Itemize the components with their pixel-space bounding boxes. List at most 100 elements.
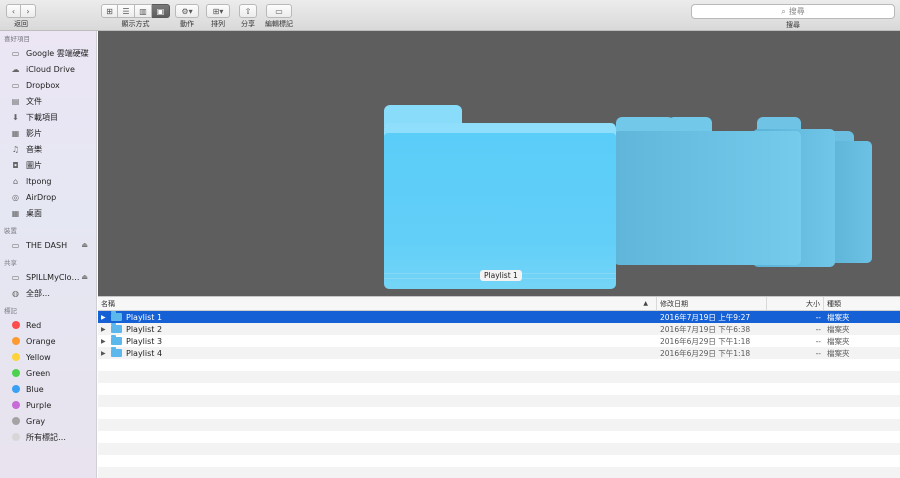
- sidebar-item-tag[interactable]: Orange: [0, 333, 96, 349]
- disclosure-triangle-icon[interactable]: ▶: [101, 350, 111, 357]
- disclosure-triangle-icon[interactable]: ▶: [101, 314, 111, 321]
- icon-view-button[interactable]: ⊞: [101, 4, 118, 18]
- coverflow-preview[interactable]: Playlist 1: [98, 31, 900, 296]
- sidebar-item-label: THE DASH: [26, 240, 68, 250]
- edit-tags-button[interactable]: ▭: [266, 4, 292, 18]
- columns-icon: ▥: [139, 6, 147, 16]
- share-label: 分享: [241, 20, 255, 28]
- list-header: 名稱 ▲ 修改日期 大小 種類: [98, 296, 900, 311]
- sidebar-item-spillmycloud[interactable]: ▭ SPILLMyClo… ⏏: [0, 269, 96, 285]
- sidebar-item-tag[interactable]: Purple: [0, 397, 96, 413]
- column-header-name[interactable]: 名稱 ▲: [98, 297, 657, 310]
- airdrop-icon: ◎: [12, 192, 19, 202]
- folder-preview-1[interactable]: [384, 105, 616, 289]
- coverflow-view-button[interactable]: ▣: [152, 4, 170, 18]
- disclosure-triangle-icon[interactable]: ▶: [101, 326, 111, 333]
- sidebar-item-label: ltpong: [26, 176, 52, 186]
- back-button[interactable]: ‹: [6, 4, 21, 18]
- sidebar-item-tag[interactable]: Green: [0, 365, 96, 381]
- forward-button[interactable]: ›: [21, 4, 36, 18]
- cell-size: --: [815, 348, 821, 358]
- column-header-date[interactable]: 修改日期: [657, 297, 767, 310]
- table-row[interactable]: ▶ Playlist 1 2016年7月19日 上午9:27 -- 檔案夾: [98, 311, 900, 323]
- sidebar-item-label: 音樂: [26, 144, 42, 154]
- arrange-group: ⊞▾ 排列: [206, 4, 230, 29]
- gear-icon: ⚙▾: [181, 6, 193, 16]
- file-name: Playlist 2: [126, 324, 163, 334]
- arrange-label: 排列: [211, 20, 225, 28]
- empty-row: [98, 455, 900, 467]
- sidebar-item-favorite[interactable]: ▦ 影片: [0, 125, 96, 141]
- sidebar-item-label: Gray: [26, 416, 46, 426]
- sidebar-item-favorite[interactable]: ▭ Dropbox: [0, 77, 96, 93]
- search-input[interactable]: ⌕ 搜尋: [691, 4, 895, 19]
- column-view-button[interactable]: ▥: [135, 4, 152, 18]
- home-icon: ⌂: [12, 176, 19, 186]
- tag-dot-icon: [10, 432, 21, 443]
- download-icon: ⬇: [12, 112, 19, 122]
- sidebar: 喜好項目 ▭ Google 雲端硬碟 ☁ iCloud Drive ▭ Dropbox ▤ 文…: [0, 31, 97, 478]
- sidebar-item-tag[interactable]: Yellow: [0, 349, 96, 365]
- cell-kind: 檔案夾: [827, 348, 850, 358]
- tag-dot-icon: [10, 400, 21, 411]
- folder-icon: [111, 323, 122, 333]
- share-button[interactable]: ⇧: [239, 4, 257, 18]
- sidebar-item-tag[interactable]: 所有標記…: [0, 429, 96, 445]
- sidebar-item-label: Yellow: [26, 352, 51, 362]
- cell-date: 2016年7月19日 上午9:27: [660, 312, 751, 322]
- sidebar-item-tag[interactable]: Blue: [0, 381, 96, 397]
- disclosure-triangle-icon[interactable]: ▶: [101, 338, 111, 345]
- empty-row: [98, 371, 900, 383]
- arrange-grid-icon: ⊞▾: [212, 6, 224, 16]
- column-header-kind[interactable]: 種類: [824, 297, 900, 310]
- sidebar-item-favorite[interactable]: ◎ AirDrop: [0, 189, 96, 205]
- list-view-button[interactable]: ☰: [118, 4, 135, 18]
- sidebar-item-tag[interactable]: Gray: [0, 413, 96, 429]
- column-header-size[interactable]: 大小: [767, 297, 824, 310]
- preview-caption: Playlist 1: [480, 270, 522, 281]
- sidebar-item-favorite[interactable]: ⬇ 下載項目: [0, 109, 96, 125]
- sidebar-item-tag[interactable]: Red: [0, 317, 96, 333]
- column-header-label: 修改日期: [660, 299, 688, 308]
- cell-name: ▶ Playlist 3: [98, 335, 657, 347]
- sidebar-item-favorite[interactable]: ⌂ ltpong: [0, 173, 96, 189]
- globe-icon: ◍: [12, 288, 19, 298]
- sidebar-item-label: Purple: [26, 400, 52, 410]
- sidebar-item-favorite[interactable]: ▭ Google 雲端硬碟: [0, 45, 96, 61]
- cell-name: ▶ Playlist 2: [98, 323, 657, 335]
- cell-date: 2016年7月19日 下午6:38: [660, 324, 751, 334]
- tag-dot-icon: [10, 320, 21, 331]
- folder-preview-2[interactable]: [614, 117, 801, 265]
- sidebar-item-favorite[interactable]: ♫ 音樂: [0, 141, 96, 157]
- action-button[interactable]: ⚙▾: [175, 4, 199, 18]
- eject-icon[interactable]: ⏏: [81, 273, 88, 281]
- tag-dot-icon: [10, 384, 21, 395]
- cell-size: --: [815, 324, 821, 334]
- sidebar-item-the-dash[interactable]: ▭ THE DASH ⏏: [0, 237, 96, 253]
- sidebar-item-label: Dropbox: [26, 80, 60, 90]
- table-row[interactable]: ▶ Playlist 3 2016年6月29日 下午1:18 -- 檔案夾: [98, 335, 900, 347]
- sidebar-item-label: 全部…: [26, 288, 50, 298]
- empty-row: [98, 395, 900, 407]
- sidebar-item-label: 文件: [26, 96, 42, 106]
- sidebar-item-favorite[interactable]: ◘ 圖片: [0, 157, 96, 173]
- desktop-icon: ▦: [11, 208, 20, 218]
- tag-dot-icon: [10, 416, 21, 427]
- sidebar-item-favorite[interactable]: ☁ iCloud Drive: [0, 61, 96, 77]
- cell-name: ▶ Playlist 4: [98, 347, 657, 359]
- eject-icon[interactable]: ⏏: [81, 241, 88, 249]
- sidebar-item-favorite[interactable]: ▤ 文件: [0, 93, 96, 109]
- sidebar-item-label: 圖片: [26, 160, 42, 170]
- cloud-icon: ☁: [11, 64, 20, 74]
- folder-icon: [111, 311, 122, 321]
- empty-row: [98, 419, 900, 431]
- arrange-button[interactable]: ⊞▾: [206, 4, 230, 18]
- file-name: Playlist 1: [126, 312, 163, 322]
- sidebar-item-all-shared[interactable]: ◍ 全部…: [0, 285, 96, 301]
- sidebar-item-label: 下載項目: [26, 112, 58, 122]
- view-group: ⊞ ☰ ▥ ▣ 顯示方式: [101, 4, 170, 29]
- table-row[interactable]: ▶ Playlist 4 2016年6月29日 下午1:18 -- 檔案夾: [98, 347, 900, 359]
- table-row[interactable]: ▶ Playlist 2 2016年7月19日 下午6:38 -- 檔案夾: [98, 323, 900, 335]
- music-icon: ♫: [11, 144, 20, 154]
- sidebar-item-favorite[interactable]: ▦ 桌面: [0, 205, 96, 221]
